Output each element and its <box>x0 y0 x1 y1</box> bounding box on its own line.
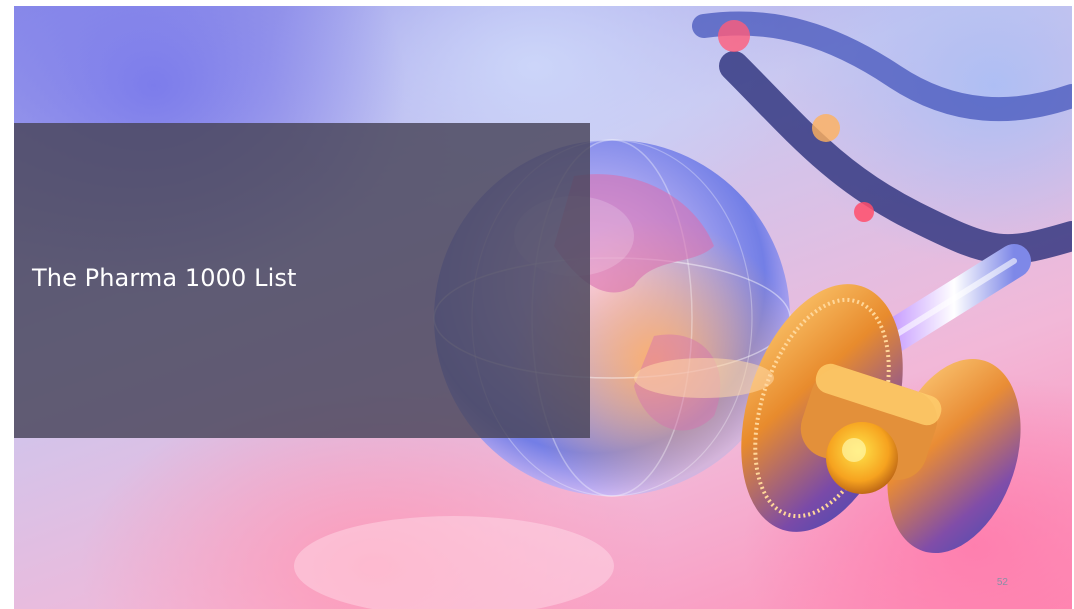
slide-number: 52 <box>996 577 1008 588</box>
slide-title: The Pharma 1000 List <box>32 264 297 292</box>
slide: The Pharma 1000 List 52 <box>14 6 1072 609</box>
